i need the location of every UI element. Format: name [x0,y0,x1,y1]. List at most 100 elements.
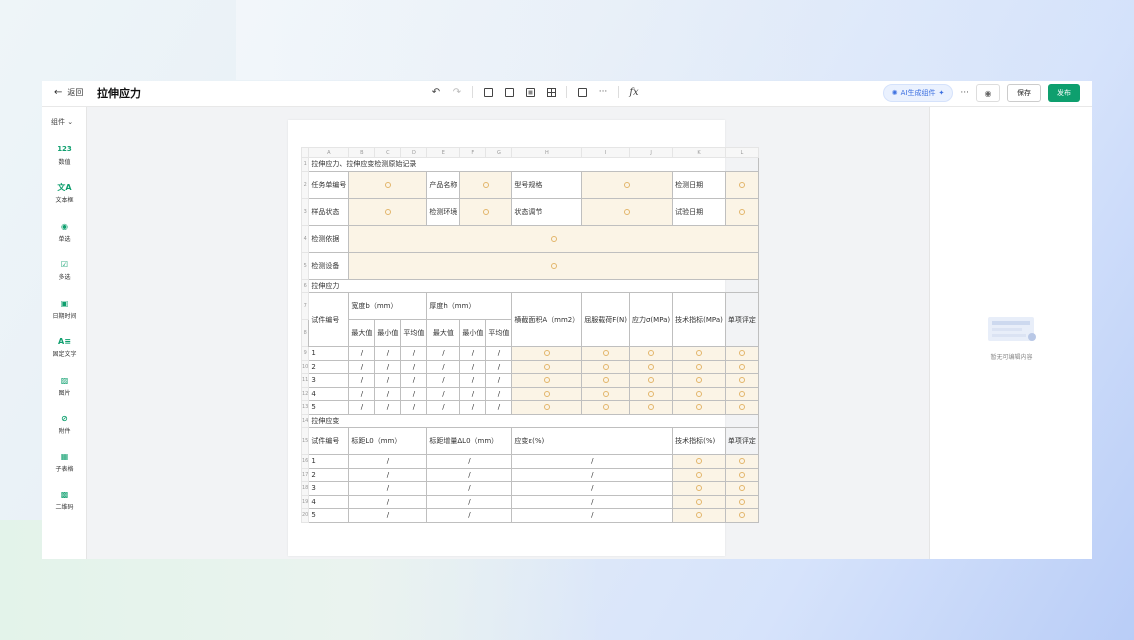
column-header[interactable]: E [426,147,461,158]
header-cell[interactable]: 厚度h（mm） [426,292,513,320]
data-cell[interactable]: / [511,467,674,482]
input-cell[interactable] [628,346,674,361]
row-number[interactable]: 13 [300,400,310,415]
row-number[interactable]: 14 [300,413,310,428]
input-cell[interactable] [724,346,759,361]
input-cell[interactable] [672,508,726,523]
input-cell[interactable] [724,454,759,469]
input-cell[interactable] [459,197,513,226]
data-cell[interactable]: / [348,386,376,401]
row-number[interactable]: 4 [300,224,310,253]
input-cell[interactable] [628,386,674,401]
data-cell[interactable]: / [374,373,402,388]
data-cell[interactable]: / [459,400,487,415]
input-cell[interactable] [724,359,759,374]
row-number[interactable]: 18 [300,481,310,496]
row-number[interactable]: 9 [300,346,310,361]
data-cell[interactable]: / [348,346,376,361]
input-cell[interactable] [581,386,630,401]
input-cell[interactable] [672,386,726,401]
input-cell[interactable] [348,224,759,253]
row-number[interactable]: 15 [300,427,310,455]
sample-number-cell[interactable]: 3 [308,481,350,496]
header-cell[interactable]: 应变ε(%) [511,427,674,455]
input-cell[interactable] [581,373,630,388]
data-cell[interactable]: / [511,494,674,509]
sample-number-cell[interactable]: 4 [308,386,350,401]
header-cell[interactable]: 最小值 [374,319,402,347]
data-cell[interactable]: / [426,494,513,509]
sidebar-item-textbox[interactable]: 文A 文本框 [42,181,87,205]
row-number[interactable]: 7 [300,292,310,320]
data-cell[interactable]: / [459,346,487,361]
ai-generate-button[interactable]: ✺ AI生成组件 ✦ [882,84,954,102]
border-icon[interactable] [524,86,536,98]
input-cell[interactable] [581,346,630,361]
input-cell[interactable] [672,467,726,482]
sidebar-item-image[interactable]: ▨ 图片 [42,374,87,398]
input-cell[interactable] [672,400,726,415]
input-cell[interactable] [511,346,583,361]
undo-icon[interactable]: ↶ [430,86,442,98]
data-cell[interactable]: / [426,346,461,361]
data-cell[interactable]: / [459,386,487,401]
input-cell[interactable] [672,454,726,469]
data-cell[interactable]: / [485,346,513,361]
input-cell[interactable] [724,508,759,523]
data-cell[interactable]: / [511,481,674,496]
column-header[interactable]: H [511,147,583,158]
label-cell[interactable]: 试验日期 [672,197,726,226]
row-number[interactable]: 16 [300,454,310,469]
row-number[interactable]: 12 [300,386,310,401]
input-cell[interactable] [511,359,583,374]
header-cell[interactable]: 试件编号 [308,427,350,455]
data-cell[interactable]: / [348,481,428,496]
data-cell[interactable]: / [426,359,461,374]
input-cell[interactable] [724,386,759,401]
section-title-cell[interactable]: 拉伸应变 [308,413,759,428]
sample-number-cell[interactable]: 2 [308,467,350,482]
formula-icon[interactable]: fx [628,86,640,98]
input-cell[interactable] [511,400,583,415]
input-cell[interactable] [672,494,726,509]
sidebar-item-subtable[interactable]: ▦ 子表格 [42,450,87,474]
row-number[interactable]: 17 [300,467,310,482]
input-cell[interactable] [672,373,726,388]
data-cell[interactable]: / [426,467,513,482]
split-cells-icon[interactable] [503,86,515,98]
format-icon[interactable] [576,86,588,98]
header-cell[interactable]: 试件编号 [308,292,350,347]
section-title-cell[interactable]: 拉伸应力 [308,278,759,293]
row-number[interactable]: 1 [300,157,310,172]
data-cell[interactable]: / [348,467,428,482]
data-cell[interactable]: / [348,454,428,469]
header-cell[interactable]: 宽度b（mm） [348,292,428,320]
data-cell[interactable]: / [400,373,428,388]
input-cell[interactable] [724,467,759,482]
label-cell[interactable]: 检测环境 [426,197,461,226]
input-cell[interactable] [511,386,583,401]
input-cell[interactable] [724,400,759,415]
row-number[interactable]: 10 [300,359,310,374]
more-tools-icon[interactable]: ··· [597,86,609,98]
data-cell[interactable]: / [426,400,461,415]
header-cell[interactable]: 横截面积A（mm2） [511,292,583,347]
sample-number-cell[interactable]: 1 [308,454,350,469]
data-cell[interactable]: / [374,346,402,361]
input-cell[interactable] [581,400,630,415]
column-header[interactable]: C [374,147,402,158]
sidebar-item-radio[interactable]: ◉ 单选 [42,220,87,244]
label-cell[interactable]: 型号规格 [511,170,583,199]
data-cell[interactable]: / [374,400,402,415]
sample-number-cell[interactable]: 5 [308,400,350,415]
input-cell[interactable] [724,197,759,226]
header-cell[interactable]: 标距增量ΔL0（mm） [426,427,513,455]
back-button[interactable]: ← 返回 [54,87,83,98]
input-cell[interactable] [459,170,513,199]
header-cell[interactable]: 技术指标(MPa) [672,292,726,347]
label-cell[interactable]: 检测依据 [308,224,350,253]
row-number[interactable]: 3 [300,197,310,226]
data-cell[interactable]: / [459,359,487,374]
sidebar-item-checkbox[interactable]: ☑ 多选 [42,258,87,282]
row-number[interactable]: 20 [300,508,310,523]
